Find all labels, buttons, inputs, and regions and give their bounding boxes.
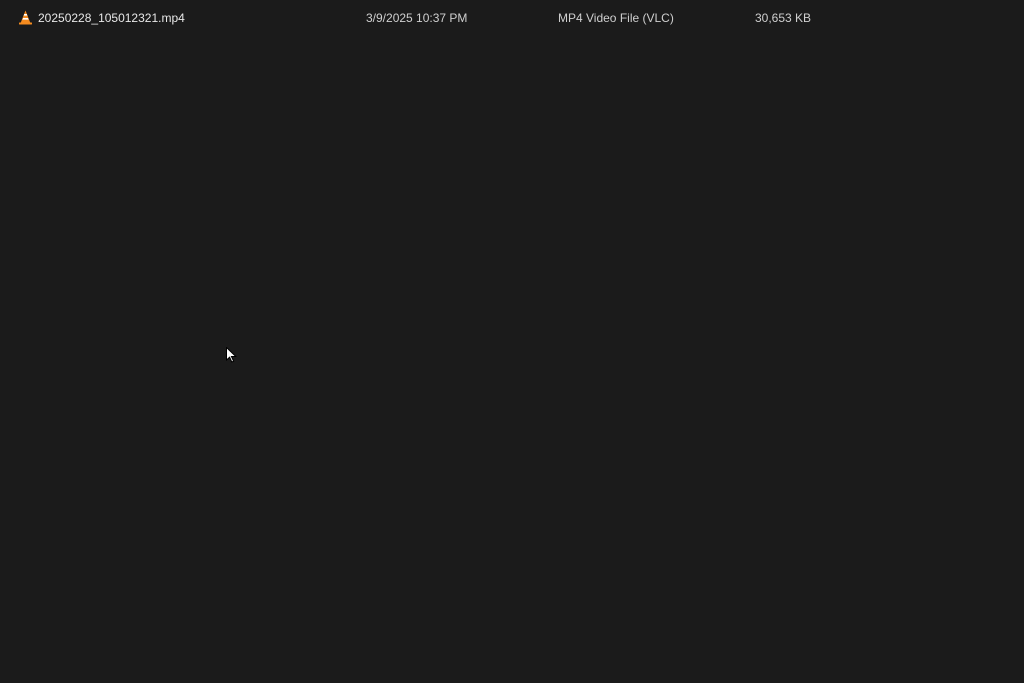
file-type: MP4 Video File (VLC) [558, 11, 674, 25]
file-name: 20250228_105012321.mp4 [38, 11, 185, 25]
file-row[interactable]: 20250228_105012321.mp4 3/9/2025 10:37 PM… [0, 0, 1024, 36]
file-date-modified: 3/9/2025 10:37 PM [366, 11, 468, 25]
vlc-cone-icon [18, 10, 33, 25]
file-explorer-details-view: 20250228_105012321.mp4 3/9/2025 10:37 PM… [0, 0, 1024, 683]
mouse-pointer-icon [226, 346, 238, 363]
file-size: 30,653 KB [755, 11, 812, 25]
